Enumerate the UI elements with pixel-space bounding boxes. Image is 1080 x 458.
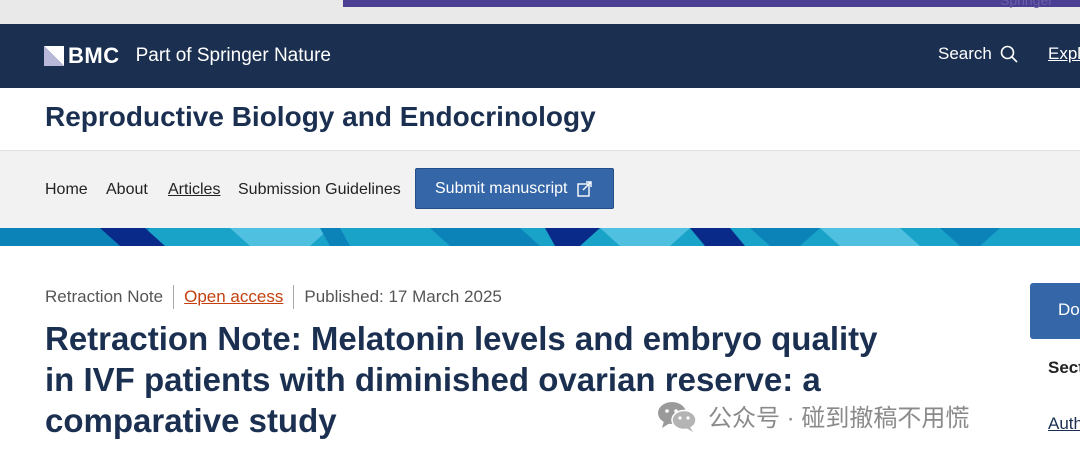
- article-type: Retraction Note: [45, 287, 164, 306]
- article-meta: Retraction Note Open access Published: 1…: [45, 285, 502, 309]
- decorative-pattern-band: [0, 228, 1080, 246]
- nav-item-about[interactable]: About: [106, 181, 148, 199]
- logo-subtitle: Part of Springer Nature: [135, 45, 331, 66]
- published-date: Published: 17 March 2025: [304, 287, 502, 306]
- browser-top-strip: Springer: [0, 0, 1080, 24]
- search-button[interactable]: Search: [938, 44, 1018, 64]
- nav-item-submission-guidelines[interactable]: Submission Guidelines: [238, 181, 401, 199]
- springer-banner-text: Springer: [1000, 0, 1053, 8]
- submit-label: Submit manuscript: [435, 179, 568, 197]
- wechat-icon: [658, 401, 697, 432]
- meta-divider: [173, 285, 175, 309]
- bmc-logo[interactable]: BMC Part of Springer Nature: [44, 43, 331, 69]
- nav-item-home[interactable]: Home: [45, 181, 88, 199]
- submit-manuscript-button[interactable]: Submit manuscript: [415, 168, 614, 209]
- search-label: Search: [938, 44, 992, 63]
- meta-divider: [293, 285, 295, 309]
- site-header: BMC Part of Springer Nature Search Explo: [0, 24, 1080, 88]
- bmc-logo-icon: [44, 46, 64, 66]
- search-icon: [1000, 45, 1018, 63]
- logo-text: BMC: [68, 43, 120, 68]
- wechat-watermark: 公众号 · 碰到撤稿不用慌: [656, 398, 969, 433]
- sidebar-sections-heading: Sect: [1048, 358, 1080, 377]
- journal-nav: Home About Articles Submission Guideline…: [0, 150, 1080, 228]
- explore-link[interactable]: Explo: [1048, 44, 1080, 64]
- journal-bar: Reproductive Biology and Endocrinology: [0, 88, 1080, 150]
- springer-banner-bar: [343, 0, 1080, 7]
- open-access-link[interactable]: Open access: [184, 287, 283, 307]
- external-link-icon: [576, 180, 592, 197]
- journal-title[interactable]: Reproductive Biology and Endocrinology: [45, 101, 596, 133]
- watermark-text: 公众号 · 碰到撤稿不用慌: [708, 405, 970, 432]
- sidebar-authors-link[interactable]: Auth: [1048, 414, 1080, 434]
- download-pdf-button[interactable]: Do: [1030, 283, 1080, 339]
- nav-item-articles[interactable]: Articles: [168, 181, 220, 199]
